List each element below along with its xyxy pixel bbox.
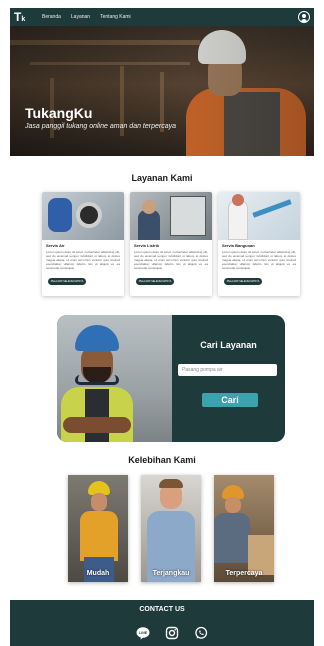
photo-arms-shape [63,417,131,433]
advantage-card-mudah: Mudah [68,475,128,582]
electrician-head-shape [142,200,156,214]
builder-body-shape [214,513,250,563]
hero-subtitle: Jasa panggil tukang online aman dan terp… [25,123,176,130]
nav-link-tentang-kami[interactable]: Tentang Kami [100,14,131,20]
learn-more-button[interactable]: PELAJARI SELENGKAPNYA [136,278,174,285]
electric-panel-shape [170,196,206,236]
service-image-listrik [130,192,212,240]
search-input[interactable] [178,364,277,376]
search-title: Cari Layanan [200,340,257,350]
advantage-label: Mudah [86,570,110,577]
service-card-air: Servis Air Lorem ipsum dolor sit amet, c… [42,192,124,296]
navbar: Tk Beranda Layanan Tentang Kami [10,8,314,26]
painter-shape [228,200,248,240]
service-card-title: Servis Listrik [134,243,160,248]
line-icon[interactable]: LINE [136,626,150,640]
instagram-icon-graphic [165,626,179,640]
photo-helmet-shape [75,325,119,351]
footer: CONTACT US LINE [10,600,314,646]
paint-roller-shape [252,199,292,218]
photo-earmuff-shape [75,375,119,385]
pipe-fitting-shape [76,202,102,228]
nav-link-beranda[interactable]: Beranda [42,14,61,20]
service-image-bangunan [218,192,300,240]
logo-sub: k [21,16,26,23]
learn-more-button[interactable]: PELAJARI SELENGKAPNYA [48,278,86,285]
builder-face-shape [225,497,241,513]
line-icon-text: LINE [139,631,148,635]
advantage-label: Terjangkau [152,570,190,577]
logo[interactable]: Tk [14,10,32,24]
service-image-air [42,192,124,240]
advantage-card-terjangkau: Terjangkau [141,475,201,582]
man-hair-shape [159,479,183,488]
nav-link-layanan[interactable]: Layanan [71,14,90,20]
search-section: Cari Layanan Cari [57,315,285,442]
user-circle-icon[interactable] [298,11,310,23]
hero-overlay [10,26,314,156]
worker-arm-shape [48,198,72,232]
service-card-description: Lorem ipsum dolor sit amet, consectetur … [46,250,120,270]
service-card-description: Lorem ipsum dolor sit amet, consectetur … [222,250,296,270]
learn-more-button[interactable]: PELAJARI SELENGKAPNYA [224,278,262,285]
line-icon-graphic: LINE [136,627,150,640]
advantage-card-terpercaya: Terpercaya [214,475,274,582]
advantage-label: Terpercaya [225,570,263,577]
logo-main: T [14,10,22,24]
hero-title: TukangKu [25,105,93,121]
service-card-bangunan: Servis Bangunan Lorem ipsum dolor sit am… [218,192,300,296]
service-card-listrik: Servis Listrik Lorem ipsum dolor sit ame… [130,192,212,296]
footer-title: CONTACT US [139,606,185,613]
advantages-heading: Kelebihan Kami [128,455,196,465]
search-worker-photo [57,315,172,442]
worker-face-shape [91,493,107,511]
whatsapp-icon[interactable] [194,626,208,640]
service-card-title: Servis Bangunan [222,243,255,248]
hero-banner: TukangKu Jasa panggil tukang online aman… [10,26,314,156]
box-stack-shape [248,535,274,575]
instagram-icon[interactable] [165,626,179,640]
photo-shirt-shape [85,389,109,442]
search-button[interactable]: Cari [202,393,258,407]
services-heading: Layanan Kami [131,173,193,183]
electrician-shape [138,210,160,240]
whatsapp-icon-graphic [195,626,208,639]
service-card-description: Lorem ipsum dolor sit amet, consectetur … [134,250,208,270]
painter-head-shape [232,194,244,206]
service-card-title: Servis Air [46,243,65,248]
worker-body-shape [80,511,118,561]
